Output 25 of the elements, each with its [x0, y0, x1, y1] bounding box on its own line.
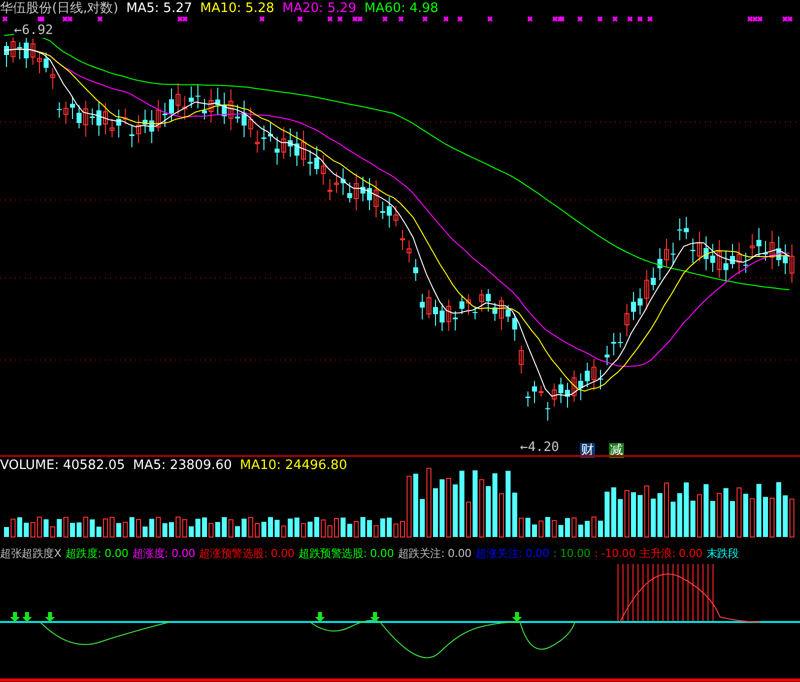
legend-label: : -10.00	[594, 546, 636, 562]
high-price-label: ←6.92	[14, 24, 54, 38]
down-arrow-icon	[370, 612, 380, 622]
down-arrow-icon	[45, 612, 55, 622]
chart-title: 华伍股份(日线,对数)	[0, 0, 118, 17]
legend-label: 超涨度: 0.00	[132, 546, 196, 562]
down-arrow-icon	[512, 612, 522, 622]
legend-label: VOLUME: 40582.05	[0, 457, 125, 474]
legend-label: 超涨关注: 0.00	[475, 546, 550, 562]
legend-label: MA5: 23809.60	[132, 457, 232, 474]
legend-label: 主升浪: 0.00	[640, 546, 702, 562]
legend-label: MA10: 24496.80	[240, 457, 348, 474]
legend-label: MA5: 5.27	[126, 0, 192, 17]
legend-label: 超张超跌度X	[0, 546, 62, 562]
legend-label: MA20: 5.29	[282, 0, 356, 17]
legend-label: 超涨预警选股: 0.00	[199, 546, 294, 562]
low-price-label: ←4.20	[520, 440, 560, 455]
legend-label: MA10: 5.28	[200, 0, 274, 17]
legend-label: 超跌预警选股: 0.00	[298, 546, 394, 562]
legend-label: : 10.00	[553, 546, 590, 562]
legend-label: MA60: 4.98	[364, 0, 438, 17]
legend-label: 超跌关注: 0.00	[398, 546, 472, 562]
down-arrow-icon	[315, 612, 325, 622]
legend-label: 超跌度: 0.00	[65, 546, 128, 562]
legend-label: 末跌段	[706, 546, 739, 562]
